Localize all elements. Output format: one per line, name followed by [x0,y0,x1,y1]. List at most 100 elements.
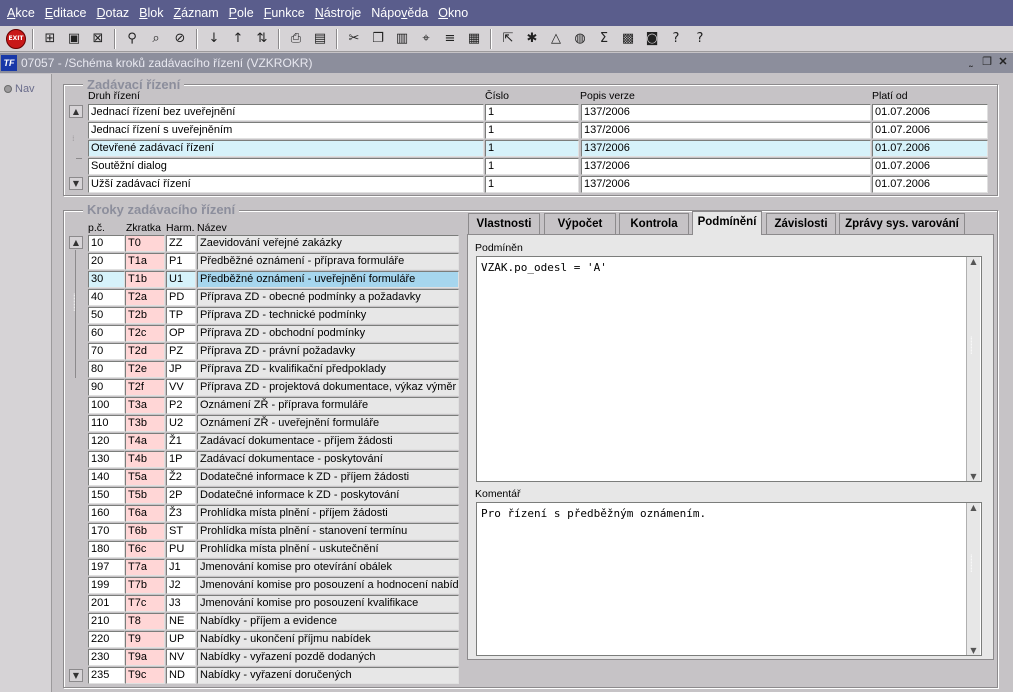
zadavaci-cell-plati[interactable]: 01.07.2006 [872,104,988,121]
kroky-cell-pc[interactable]: 199 [88,577,125,594]
menu-item-editace[interactable]: Editace [40,6,92,20]
kroky-cell-pc[interactable]: 90 [88,379,125,396]
kroky-cell-zkratka[interactable]: T6a [125,505,165,522]
zadavaci-cell-cislo[interactable]: 1 [485,140,579,157]
kroky-cell-nazev[interactable]: Oznámení ZŘ - příprava formuláře [197,397,459,414]
kroky-cell-harm[interactable]: Ž3 [166,505,196,522]
kroky-cell-pc[interactable]: 60 [88,325,125,342]
menu-item-funkce[interactable]: Funkce [259,6,310,20]
menu-item-dotaz[interactable]: Dotaz [92,6,135,20]
kroky-cell-pc[interactable]: 130 [88,451,125,468]
scroll-track[interactable] [75,250,76,378]
tab-kontrola[interactable]: Kontrola [619,213,689,235]
kroky-cell-nazev[interactable]: Jmenování komise pro posouzení a hodnoce… [197,577,459,594]
zadavaci-cell-plati[interactable]: 01.07.2006 [872,176,988,193]
kroky-cell-nazev[interactable]: Dodatečné informace k ZD - poskytování [197,487,459,504]
kroky-cell-nazev[interactable]: Nabídky - vyřazení pozdě dodaných [197,649,459,666]
kroky-cell-nazev[interactable]: Jmenování komise pro otevírání obálek [197,559,459,576]
kroky-cell-zkratka[interactable]: T9c [125,667,165,684]
menu-item-blok[interactable]: Blok [134,6,168,20]
kroky-cell-zkratka[interactable]: T1a [125,253,165,270]
kroky-cell-harm[interactable]: J1 [166,559,196,576]
kroky-cell-harm[interactable]: ST [166,523,196,540]
kroky-cell-nazev[interactable]: Zadávací dokumentace - příjem žádosti [197,433,459,450]
kroky-cell-pc[interactable]: 40 [88,289,125,306]
zadavaci-cell-druh[interactable]: Užší zadávací řízení [88,176,484,193]
kroky-cell-pc[interactable]: 50 [88,307,125,324]
scroll-up-icon[interactable]: ▲ [69,105,83,118]
grip-icon[interactable]: ⁞ [72,135,78,143]
kroky-cell-zkratka[interactable]: T9 [125,631,165,648]
kroky-cell-zkratka[interactable]: T2c [125,325,165,342]
grip-icon[interactable]: ⁞ ⁞ ⁞ [73,293,79,313]
kroky-cell-pc[interactable]: 20 [88,253,125,270]
zadavaci-cell-plati[interactable]: 01.07.2006 [872,140,988,157]
scroll-down-icon[interactable]: ▼ [69,669,83,682]
kroky-cell-pc[interactable]: 70 [88,343,125,360]
podmineni-input[interactable]: VZAK.po_odesl = 'A' [476,256,982,482]
kroky-cell-pc[interactable]: 10 [88,235,125,252]
kroky-cell-harm[interactable]: NE [166,613,196,630]
kroky-cell-pc[interactable]: 150 [88,487,125,504]
kroky-cell-nazev[interactable]: Dodatečné informace k ZD - příjem žádost… [197,469,459,486]
zadavaci-cell-popis[interactable]: 137/2006 [581,140,871,157]
kroky-cell-harm[interactable]: JP [166,361,196,378]
kroky-cell-pc[interactable]: 170 [88,523,125,540]
menu-item-pole[interactable]: Pole [224,6,259,20]
kroky-cell-pc[interactable]: 80 [88,361,125,378]
tools-icon[interactable]: ✱ [522,29,542,49]
kroky-cell-pc[interactable]: 110 [88,415,125,432]
kroky-cell-harm[interactable]: 1P [166,451,196,468]
komentar-input[interactable]: Pro řízení s předběžným oznámením. [476,502,982,656]
kroky-cell-nazev[interactable]: Příprava ZD - obecné podmínky a požadavk… [197,289,459,306]
print-icon[interactable]: ⎙ [286,29,306,49]
close-icon[interactable]: ✕ [996,55,1010,69]
kroky-cell-harm[interactable]: ZZ [166,235,196,252]
tab-závislosti[interactable]: Závislosti [766,213,836,235]
kroky-cell-pc[interactable]: 30 [88,271,125,288]
kroky-cell-zkratka[interactable]: T5b [125,487,165,504]
kroky-cell-zkratka[interactable]: T2a [125,289,165,306]
kroky-cell-harm[interactable]: P2 [166,397,196,414]
kroky-cell-zkratka[interactable]: T2e [125,361,165,378]
tab-podmínění[interactable]: Podmínění [692,211,762,235]
scroll-up-icon[interactable]: ▲ [967,257,980,266]
menu-item-nápověda[interactable]: Nápověda [366,6,433,20]
kroky-cell-harm[interactable]: U2 [166,415,196,432]
find-icon[interactable]: ⚲ [122,29,142,49]
zadavaci-cell-cislo[interactable]: 1 [485,104,579,121]
kroky-cell-nazev[interactable]: Příprava ZD - obchodní podmínky [197,325,459,342]
scroll-up-icon[interactable]: ▲ [967,503,980,512]
kroky-cell-pc[interactable]: 197 [88,559,125,576]
kroky-cell-nazev[interactable]: Nabídky - vyřazení doručených [197,667,459,684]
tab-zprávy-sys-varování[interactable]: Zprávy sys. varování [839,213,965,235]
kroky-cell-nazev[interactable]: Příprava ZD - technické podmínky [197,307,459,324]
kroky-cell-harm[interactable]: Ž2 [166,469,196,486]
export-icon[interactable]: ⇱ [498,29,518,49]
disk-icon[interactable]: ◍ [570,29,590,49]
scroll-down-icon[interactable]: ▼ [967,472,980,481]
scroll-down-icon[interactable]: ▼ [967,646,980,655]
kroky-cell-zkratka[interactable]: T7c [125,595,165,612]
kroky-cell-zkratka[interactable]: T9a [125,649,165,666]
insert-icon[interactable]: ⊞ [40,29,60,49]
excel-icon[interactable]: ▩ [618,29,638,49]
zadavaci-cell-popis[interactable]: 137/2006 [581,176,871,193]
clear-icon[interactable]: ⊠ [88,29,108,49]
kroky-cell-nazev[interactable]: Oznámení ZŘ - uveřejnění formuláře [197,415,459,432]
kroky-cell-pc[interactable]: 140 [88,469,125,486]
kroky-cell-zkratka[interactable]: T6b [125,523,165,540]
kroky-cell-zkratka[interactable]: T2f [125,379,165,396]
kroky-cell-zkratka[interactable]: T3a [125,397,165,414]
kroky-cell-nazev[interactable]: Předběžné oznámení - příprava formuláře [197,253,459,270]
kroky-cell-pc[interactable]: 100 [88,397,125,414]
minimize-icon[interactable]: ˷ [964,55,978,69]
kroky-cell-pc[interactable]: 230 [88,649,125,666]
query-icon[interactable]: ⌕ [146,29,166,49]
save-icon[interactable]: ▣ [64,29,84,49]
kroky-cell-nazev[interactable]: Nabídky - ukončení příjmu nabídek [197,631,459,648]
kroky-cell-nazev[interactable]: Příprava ZD - kvalifikační předpoklady [197,361,459,378]
zadavaci-cell-cislo[interactable]: 1 [485,158,579,175]
kroky-cell-harm[interactable]: J2 [166,577,196,594]
menu-item-akce[interactable]: Akce [2,6,40,20]
